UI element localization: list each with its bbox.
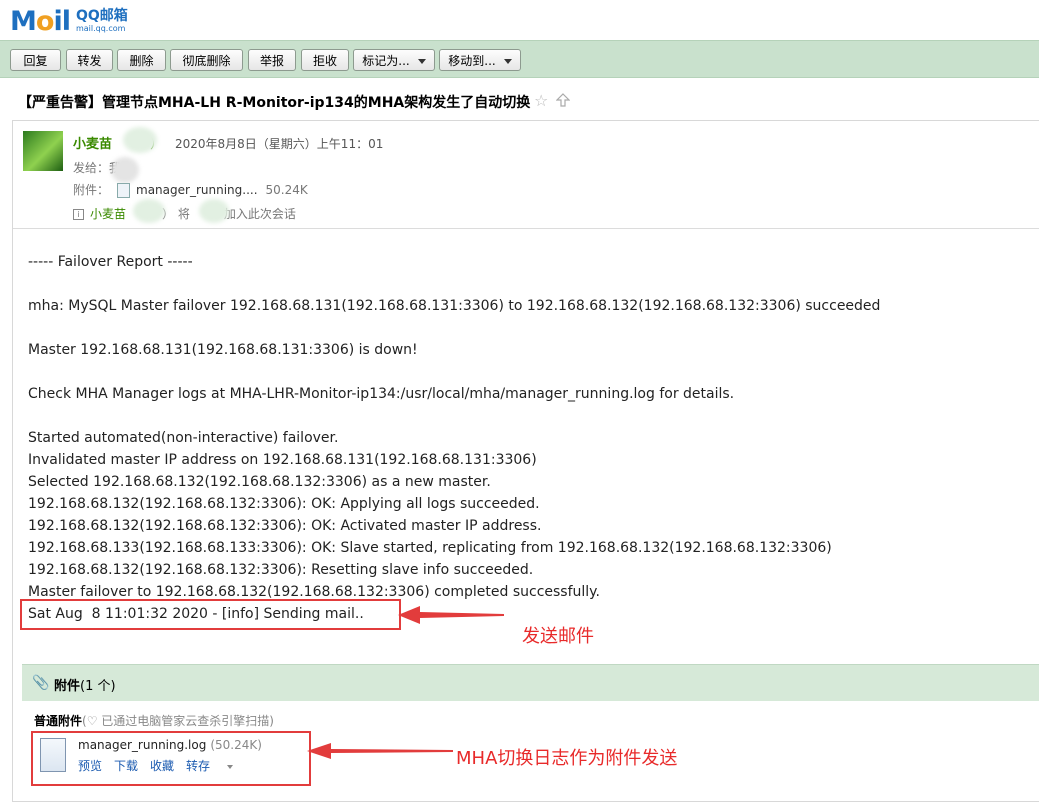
- mail-date: 2020年8月8日（星期六）上午11：01: [175, 137, 384, 151]
- delete-button[interactable]: 删除: [117, 49, 166, 71]
- annotation-send-mail: 发送邮件: [522, 626, 594, 647]
- move-to-dropdown[interactable]: 移动到...: [439, 49, 521, 71]
- body-line: ----- Failover Report -----: [28, 254, 193, 270]
- body-line: 192.168.68.132(192.168.68.132:3306): Res…: [28, 562, 534, 578]
- chevron-down-icon: [503, 59, 512, 64]
- scan-note: (♡ 已通过电脑管家云查杀引擎扫描): [82, 714, 274, 728]
- star-icon[interactable]: ☆: [534, 91, 548, 110]
- logo-domain: mail.qq.com: [75, 24, 126, 33]
- report-button[interactable]: 举报: [248, 49, 296, 71]
- redacted-blur: [199, 199, 229, 223]
- paperclip-icon: 📎: [32, 675, 50, 691]
- avatar[interactable]: [23, 131, 63, 171]
- body-line: Check MHA Manager logs at MHA-LHR-Monito…: [28, 386, 735, 402]
- mail-header: 小麦苗） 2020年8月8日（星期六）上午11：01 发给：我 附件：manag…: [13, 121, 1039, 229]
- annotation-attachment: MHA切换日志作为附件发送: [456, 748, 678, 769]
- info-sender[interactable]: 小麦苗: [90, 207, 126, 221]
- mail-body: ----- Failover Report ----- mha: MySQL Ma…: [28, 251, 880, 625]
- forward-button[interactable]: 转发: [66, 49, 113, 71]
- body-line: 192.168.68.133(192.168.68.133:3306): OK:…: [28, 540, 832, 556]
- body-line: Master 192.168.68.131(192.168.68.131:330…: [28, 342, 418, 358]
- mail-subject: 【严重告警】管理节点MHA-LH R-Monitor-ip134的MHA架构发生…: [18, 95, 531, 111]
- body-line: Started automated(non-interactive) failo…: [28, 430, 339, 446]
- chevron-down-icon: [417, 59, 426, 64]
- file-icon: [117, 183, 131, 198]
- annotation-box-attachment: [31, 731, 311, 786]
- body-line: Invalidated master IP address on 192.168…: [28, 452, 537, 468]
- qq-mail-logo[interactable]: Moil QQ邮箱 mail.qq.com: [10, 4, 128, 38]
- normal-attachments-label: 普通附件(♡ 已通过电脑管家云查杀引擎扫描): [34, 714, 274, 728]
- attachment-row: 附件： manager_running.... 50.24K: [73, 183, 308, 198]
- conversation-info: i 小麦苗） 将加入此次会话: [73, 205, 296, 222]
- priority-arrow-icon[interactable]: [556, 93, 570, 107]
- logo-mail-text: Moil: [10, 5, 71, 37]
- attachment-section-header: 📎 附件(1 个): [22, 664, 1039, 701]
- redacted-blur: [111, 157, 139, 183]
- info-icon: i: [73, 209, 84, 220]
- attachment-title: 附件: [54, 679, 81, 694]
- reject-button[interactable]: 拒收: [301, 49, 349, 71]
- annotation-box-send-mail: [20, 599, 401, 630]
- body-line: 192.168.68.132(192.168.68.132:3306): OK:…: [28, 496, 540, 512]
- logo-brand: QQ邮箱: [75, 8, 128, 24]
- attachment-count: (1 个): [80, 679, 116, 694]
- reply-button[interactable]: 回复: [10, 49, 61, 71]
- redacted-blur: [133, 199, 165, 223]
- annotation-arrow: [398, 606, 504, 624]
- body-line: 192.168.68.132(192.168.68.132:3306): OK:…: [28, 518, 542, 534]
- attachment-link[interactable]: manager_running....: [136, 183, 258, 197]
- body-line: Selected 192.168.68.132(192.168.68.132:3…: [28, 474, 491, 490]
- redacted-blur: [123, 127, 157, 153]
- mail-toolbar: 回复 转发 删除 彻底删除 举报 拒收 标记为... 移动到...: [0, 40, 1039, 78]
- mark-as-dropdown[interactable]: 标记为...: [353, 49, 435, 71]
- annotation-arrow: [307, 743, 453, 759]
- body-line: mha: MySQL Master failover 192.168.68.13…: [28, 298, 881, 314]
- delete-permanently-button[interactable]: 彻底删除: [170, 49, 243, 71]
